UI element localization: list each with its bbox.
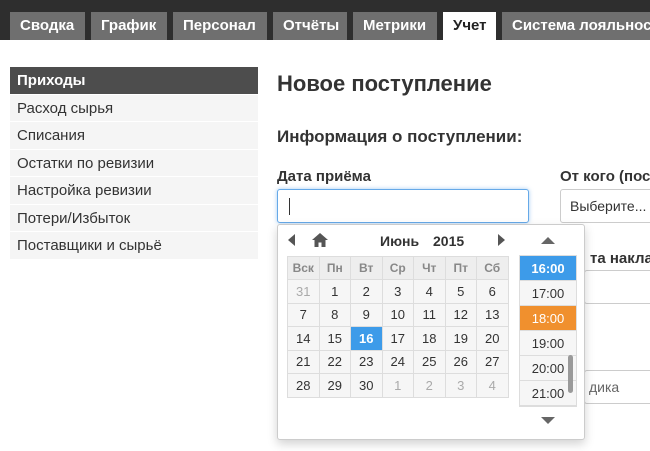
calendar-week-row: 7 8 9 10 11 12 13 [287, 302, 509, 327]
invoice-input[interactable] [584, 270, 650, 304]
time-option[interactable]: 19:00 [520, 331, 576, 356]
calendar-day[interactable]: 22 [318, 349, 351, 374]
time-option[interactable]: 17:00 [520, 281, 576, 306]
weekday-fri: Пт [444, 256, 477, 280]
calendar-day[interactable]: 2 [413, 373, 446, 398]
calendar-day[interactable]: 20 [476, 326, 509, 351]
sidebar-item-writeoffs[interactable]: Списания [10, 122, 258, 150]
calendar-day[interactable]: 23 [350, 349, 383, 374]
calendar-day[interactable]: 8 [318, 302, 351, 327]
calendar-day[interactable]: 4 [413, 279, 446, 304]
top-navigation: Сводка График Персонал Отчёты Метрики Уч… [0, 0, 650, 40]
calendar-week-row: 21 22 23 24 25 26 27 [287, 349, 509, 374]
month-label[interactable]: Июнь [380, 233, 419, 249]
next-month-icon[interactable] [498, 234, 505, 246]
sidebar-item-audit-settings[interactable]: Настройка ревизии [10, 177, 258, 205]
supplier-placeholder: дика [589, 379, 620, 395]
calendar-day-selected[interactable]: 16 [350, 326, 383, 351]
calendar-day[interactable]: 19 [444, 326, 477, 351]
tab-summary[interactable]: Сводка [10, 12, 85, 40]
weekday-wed: Ср [381, 256, 414, 280]
calendar-day[interactable]: 29 [318, 373, 351, 398]
time-scrollbar[interactable] [568, 355, 573, 393]
datepicker-header: Июнь 2015 [278, 225, 518, 255]
calendar-day[interactable]: 5 [444, 279, 477, 304]
invoice-label: та наклад [590, 250, 650, 267]
calendar-day[interactable]: 3 [444, 373, 477, 398]
tab-loyalty[interactable]: Система лояльности [502, 12, 650, 40]
calendar-day[interactable]: 27 [476, 349, 509, 374]
time-scroll-up-icon[interactable] [541, 237, 555, 244]
calendar-day[interactable]: 10 [381, 302, 414, 327]
sidebar-item-receipts[interactable]: Приходы [10, 67, 258, 95]
home-icon[interactable] [312, 233, 328, 247]
weekday-sat: Сб [476, 256, 509, 280]
calendar-week-row: 28 29 30 1 2 3 4 [287, 373, 509, 398]
calendar-day[interactable]: 12 [444, 302, 477, 327]
weekday-tue: Вт [350, 256, 383, 280]
date-label: Дата приёма [277, 168, 371, 185]
calendar-day[interactable]: 7 [287, 302, 320, 327]
weekday-mon: Пн [318, 256, 351, 280]
calendar-day[interactable]: 15 [318, 326, 351, 351]
calendar-day[interactable]: 6 [476, 279, 509, 304]
calendar-day[interactable]: 17 [381, 326, 414, 351]
calendar-day[interactable]: 18 [413, 326, 446, 351]
calendar-day[interactable]: 11 [413, 302, 446, 327]
time-scroll-down-icon[interactable] [541, 417, 555, 424]
weekday-thu: Чт [413, 256, 446, 280]
calendar-day[interactable]: 25 [413, 349, 446, 374]
date-input[interactable] [277, 189, 529, 223]
calendar-week-row: 31 1 2 3 4 5 6 [287, 279, 509, 304]
tab-accounting[interactable]: Учет [443, 12, 496, 40]
supplier-input[interactable]: дика [584, 370, 650, 404]
tab-reports[interactable]: Отчёты [273, 12, 347, 40]
calendar-day[interactable]: 1 [318, 279, 351, 304]
time-option-current[interactable]: 18:00 [520, 306, 576, 331]
calendar-day[interactable]: 14 [287, 326, 320, 351]
calendar-day[interactable]: 26 [444, 349, 477, 374]
calendar-day[interactable]: 1 [381, 373, 414, 398]
calendar-day[interactable]: 30 [350, 373, 383, 398]
from-select[interactable]: Выберите... [560, 189, 650, 223]
sidebar-item-suppliers[interactable]: Поставщики и сырьё [10, 232, 258, 260]
prev-month-icon[interactable] [288, 234, 295, 246]
calendar-day[interactable]: 13 [476, 302, 509, 327]
calendar-day[interactable]: 2 [350, 279, 383, 304]
sidebar: Приходы Расход сырья Списания Остатки по… [10, 67, 258, 260]
datetime-picker: Июнь 2015 Вск Пн Вт Ср Чт Пт Сб 31 1 2 3 4 5 6… [277, 224, 585, 440]
tab-metrics[interactable]: Метрики [353, 12, 437, 40]
tab-schedule[interactable]: График [91, 12, 167, 40]
page-title: Новое поступление [277, 71, 492, 96]
sidebar-item-loss-surplus[interactable]: Потери/Избыток [10, 204, 258, 232]
calendar-day[interactable]: 3 [381, 279, 414, 304]
calendar-day[interactable]: 28 [287, 373, 320, 398]
calendar-day[interactable]: 24 [381, 349, 414, 374]
weekday-sun: Вск [287, 256, 320, 280]
sidebar-item-consumption[interactable]: Расход сырья [10, 94, 258, 122]
year-label[interactable]: 2015 [433, 233, 464, 249]
calendar-day[interactable]: 4 [476, 373, 509, 398]
weekday-header-row: Вск Пн Вт Ср Чт Пт Сб [287, 256, 509, 280]
time-option-selected[interactable]: 16:00 [520, 256, 576, 281]
calendar-day[interactable]: 9 [350, 302, 383, 327]
from-label: От кого (пос [560, 168, 650, 185]
calendar-week-row: 14 15 16 17 18 19 20 [287, 326, 509, 351]
sidebar-item-audit-balances[interactable]: Остатки по ревизии [10, 149, 258, 177]
calendar-day[interactable]: 21 [287, 349, 320, 374]
calendar-day[interactable]: 31 [287, 279, 320, 304]
section-title: Информация о поступлении: [277, 127, 523, 146]
tab-staff[interactable]: Персонал [173, 12, 267, 40]
calendar-body: 31 1 2 3 4 5 6 7 8 9 10 11 12 13 14 15 16 17 18 19 20 21 22 23 2… [287, 279, 509, 398]
calendar-grid: Вск Пн Вт Ср Чт Пт Сб 31 1 2 3 4 5 6 7 8 9 10 11 12 1… [287, 256, 509, 398]
text-caret [289, 198, 290, 215]
